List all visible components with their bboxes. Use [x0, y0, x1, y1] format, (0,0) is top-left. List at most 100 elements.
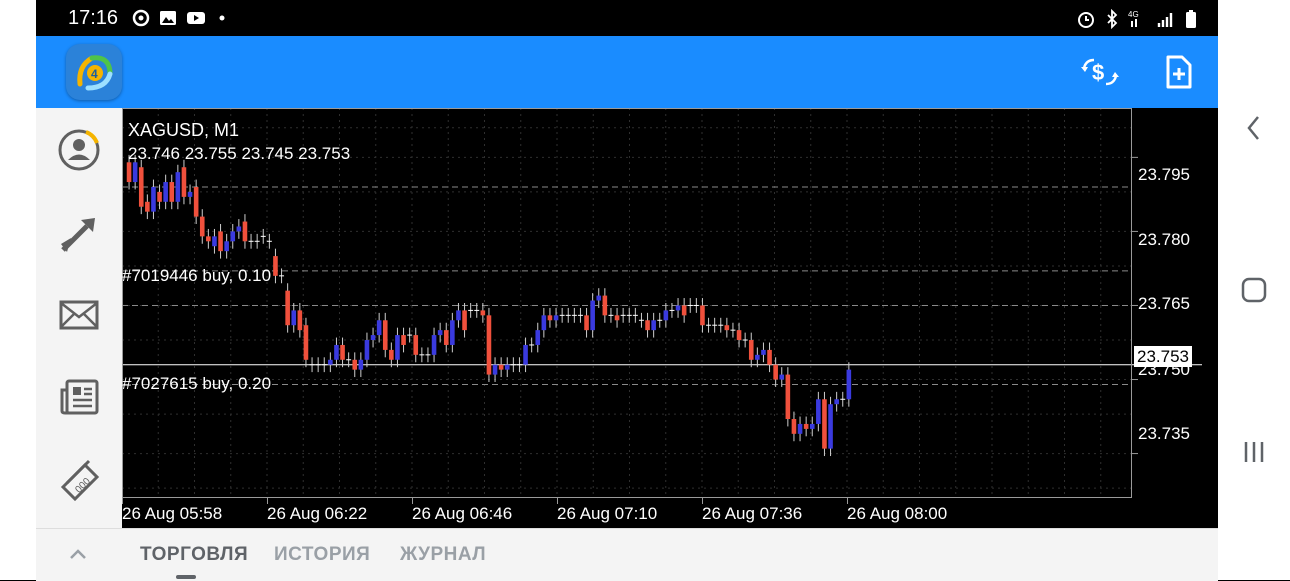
new-document-icon — [1166, 55, 1192, 89]
youtube-icon — [187, 12, 205, 24]
tab-history[interactable]: ИСТОРИЯ — [274, 544, 370, 566]
news-icon — [60, 379, 99, 415]
candle-bull — [163, 182, 168, 202]
candle-bull — [236, 226, 242, 232]
candle-bear — [297, 310, 303, 331]
candle-bear — [748, 340, 754, 360]
candle-bear — [285, 290, 290, 326]
tab-journal[interactable]: ЖУРНАЛ — [400, 544, 486, 566]
sidebar-item-news[interactable] — [54, 372, 104, 422]
recents-icon — [1244, 442, 1264, 462]
candle-bull — [828, 404, 833, 449]
candle-bear — [206, 236, 211, 242]
back-button[interactable] — [1236, 110, 1272, 146]
price-chart[interactable]: XAGUSD, M1 23.746 23.755 23.745 23.753 #… — [122, 108, 1218, 528]
candle-bear — [584, 315, 589, 331]
recents-button[interactable] — [1236, 434, 1272, 470]
candle-bear — [169, 182, 175, 202]
candle-bear — [645, 320, 650, 331]
bluetooth-icon — [1107, 9, 1118, 29]
home-icon — [1241, 277, 1267, 303]
candle-bull — [797, 423, 803, 434]
candle-bear — [193, 186, 199, 217]
sync-icon — [132, 9, 150, 27]
candle-bull — [187, 191, 193, 197]
battery-icon — [1186, 10, 1196, 28]
candle-bull — [809, 423, 815, 429]
candle-bear — [181, 167, 187, 197]
new-order-button[interactable] — [1160, 54, 1196, 90]
metatrader-logo-icon[interactable]: 4 — [66, 44, 122, 100]
candle-bull — [291, 310, 297, 326]
4g-signal-icon: 4G — [1128, 10, 1139, 27]
candle-bear — [480, 310, 486, 316]
candle-bear — [413, 335, 419, 355]
svg-text:$: $ — [1092, 60, 1104, 85]
candle-bear — [803, 423, 809, 429]
candle-bull — [224, 241, 229, 252]
candle-bear — [352, 359, 358, 370]
sidebar-item-mail[interactable] — [54, 290, 104, 340]
chart-frame — [122, 108, 1132, 498]
price-tick: 23.735 — [1138, 424, 1190, 443]
chart-ohlc: 23.746 23.755 23.745 23.753 — [128, 144, 351, 163]
sidebar-item-account[interactable] — [54, 125, 104, 175]
screen-left-margin — [0, 0, 36, 580]
home-button[interactable] — [1236, 272, 1272, 308]
candle-bear — [126, 162, 132, 183]
candle-bull — [590, 300, 595, 331]
account-icon — [58, 129, 100, 171]
tab-trade[interactable]: ТОРГОВЛЯ — [140, 544, 248, 566]
candle-bear — [785, 374, 791, 420]
calendar-icon: 000 — [60, 459, 100, 501]
svg-text:4G: 4G — [1128, 10, 1139, 19]
candle-bear — [443, 330, 449, 345]
chart-canvas[interactable] — [122, 108, 1218, 528]
candle-bull — [651, 320, 656, 331]
candle-bull — [395, 335, 400, 360]
candle-bear — [242, 221, 248, 242]
candle-bull — [523, 344, 528, 365]
candle-bear — [273, 256, 278, 276]
candle-bull — [816, 399, 821, 424]
candle-bear — [614, 315, 620, 321]
candle-bear — [547, 315, 553, 321]
bid-price-tag: 23.753 — [1134, 346, 1192, 367]
candle-bear — [340, 344, 345, 360]
candle-bull — [175, 172, 181, 202]
candle-bear — [736, 330, 742, 341]
candle-bear — [822, 399, 827, 449]
candle-bear — [303, 325, 309, 360]
candle-bull — [450, 320, 455, 345]
time-tick: 26 Aug 06:22 — [267, 504, 368, 523]
candle-bear — [138, 167, 144, 207]
candle-bear — [498, 364, 504, 370]
candle-bull — [431, 335, 437, 355]
trade-arrows-icon — [61, 218, 95, 252]
currency-exchange-button[interactable]: $ — [1080, 54, 1119, 90]
candle-bear — [486, 315, 492, 375]
candle-bull — [761, 349, 766, 355]
candle-bull — [370, 335, 376, 341]
candle-bull — [675, 305, 681, 311]
time-tick: 26 Aug 06:46 — [412, 504, 513, 523]
status-bar: 17:16 4G — [36, 0, 1218, 36]
candle-bear — [681, 305, 687, 316]
chevron-up-icon[interactable] — [68, 547, 88, 561]
candle-bull — [376, 320, 382, 336]
candle-bull — [328, 359, 333, 365]
time-tick: 26 Aug 07:36 — [702, 504, 803, 523]
sidebar-item-calendar[interactable]: 000 — [54, 454, 104, 504]
candle-bull — [151, 186, 156, 212]
candle-bull — [541, 315, 547, 331]
active-tab-indicator — [176, 575, 196, 579]
chart-symbol: XAGUSD, M1 — [128, 120, 240, 140]
sidebar-item-trade[interactable] — [54, 209, 104, 259]
candle-bull — [663, 310, 669, 321]
dot-icon — [219, 15, 225, 21]
candle-bear — [218, 231, 223, 252]
bottom-tab-bar: ТОРГОВЛЯ ИСТОРИЯ ЖУРНАЛ — [36, 528, 1218, 581]
svg-text:000: 000 — [73, 476, 93, 496]
candle-bull — [553, 315, 559, 321]
candle-bear — [724, 325, 730, 331]
